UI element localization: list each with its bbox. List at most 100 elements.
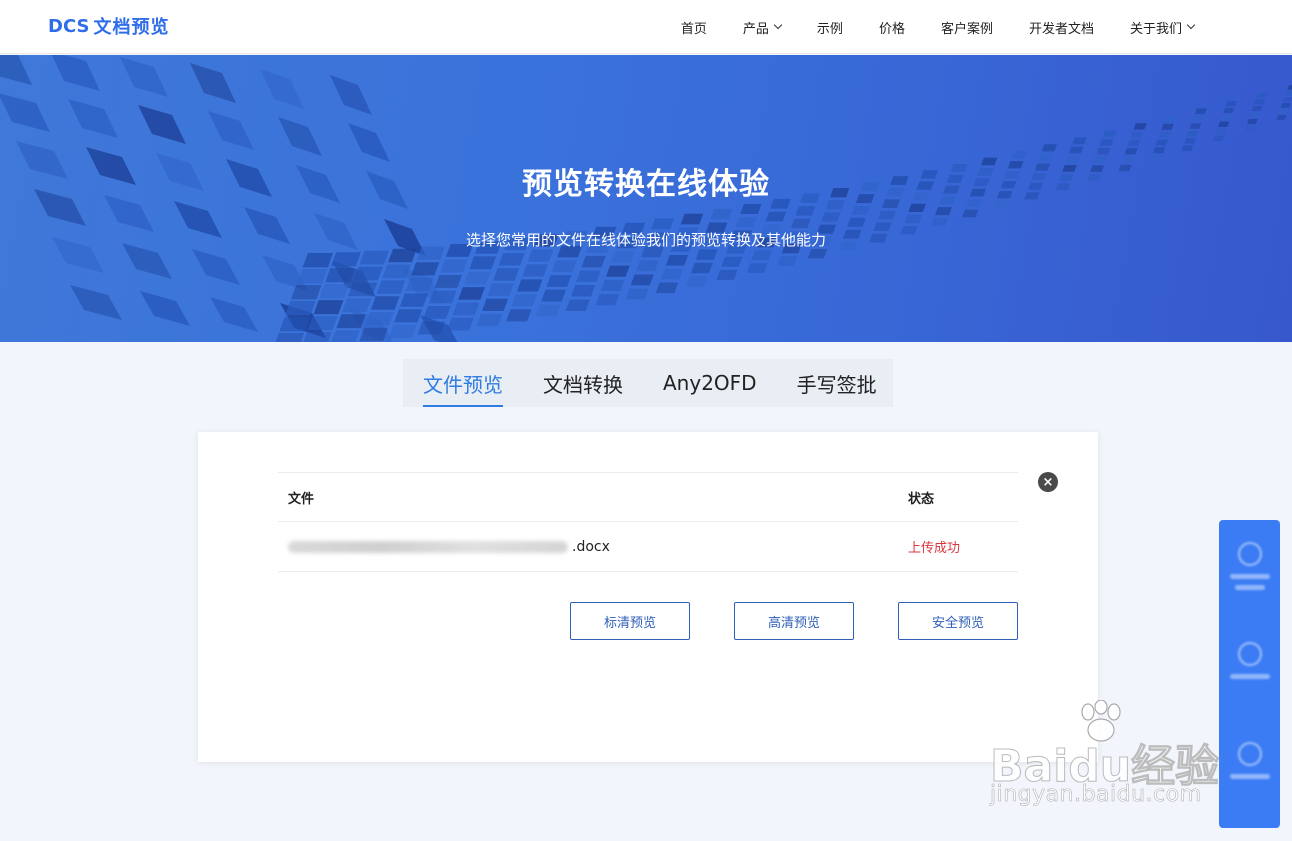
upload-card: × 文件 状态 .docx 上传成功 标清预览 高清预览 安全预览 bbox=[198, 432, 1098, 762]
hero-decor-tile bbox=[342, 298, 372, 313]
nav-products[interactable]: 产品 bbox=[725, 0, 799, 54]
hero-decor-tile bbox=[581, 255, 606, 268]
hero-decor-tile bbox=[359, 327, 389, 342]
hero-decor-tile bbox=[1072, 137, 1087, 145]
hero-decor-shape bbox=[208, 111, 254, 150]
hero-decor-tile bbox=[570, 285, 596, 297]
wechat-icon bbox=[1237, 642, 1262, 666]
hero-decor-tile bbox=[411, 262, 440, 276]
tab-handwrite-sign[interactable]: 手写签批 bbox=[797, 359, 877, 407]
hero-decor-tile bbox=[1217, 121, 1230, 127]
hero-decor-tile bbox=[359, 250, 389, 265]
hero-decor-tile bbox=[735, 217, 757, 228]
hero-decor-tile bbox=[469, 256, 497, 270]
hero-decor-tile bbox=[1223, 107, 1235, 114]
hero-decor-shape bbox=[138, 105, 186, 144]
hero-decor-tile bbox=[388, 324, 417, 339]
hero-decor-tile bbox=[365, 312, 394, 326]
hero-decor-tile bbox=[600, 279, 625, 292]
hero-decor-tile bbox=[1254, 99, 1265, 105]
watermark-url: jingyan.baidu.com bbox=[990, 782, 1202, 808]
hero-decor-tile bbox=[1251, 105, 1263, 112]
secure-preview-button[interactable]: 安全预览 bbox=[898, 602, 1018, 640]
side-item-wechat[interactable] bbox=[1219, 620, 1280, 720]
nav-pricing-label: 价格 bbox=[878, 21, 905, 37]
hero-decor-tile bbox=[746, 263, 768, 273]
hero-decor-tile bbox=[625, 288, 649, 300]
nav-cases[interactable]: 客户案例 bbox=[923, 0, 1011, 54]
tab-any2ofd[interactable]: Any2OFD bbox=[663, 359, 757, 407]
hero-decor-tile bbox=[1194, 108, 1207, 115]
hero-decor-tile bbox=[721, 256, 743, 267]
hero-decor-shape bbox=[0, 55, 32, 85]
hero-decor-tile bbox=[452, 302, 480, 316]
hero-decor-tile bbox=[394, 309, 423, 323]
hero-decor-tile bbox=[285, 301, 316, 316]
hero-decor-tile bbox=[399, 293, 428, 307]
hd-preview-button[interactable]: 高清预览 bbox=[734, 602, 854, 640]
logo[interactable]: DCS 文档预览 bbox=[48, 14, 169, 39]
side-label-redacted bbox=[1229, 574, 1270, 579]
hero-decor-tile bbox=[347, 282, 378, 297]
hero-decor-shape bbox=[260, 69, 304, 109]
hero-decor-tile bbox=[1278, 109, 1289, 114]
hero-decor-tile bbox=[1068, 146, 1084, 154]
hero-decor-tile bbox=[686, 276, 708, 287]
hero-decor-shape bbox=[140, 291, 190, 326]
nav-docs[interactable]: 开发者文档 bbox=[1011, 0, 1112, 54]
hero-decor-tile bbox=[487, 283, 514, 296]
hero-decor-tile bbox=[440, 259, 468, 273]
hero-decor-tile bbox=[710, 209, 733, 220]
hero-title: 预览转换在线体验 bbox=[522, 167, 770, 202]
hero-decor-tile bbox=[847, 217, 866, 227]
chevron-down-icon bbox=[1186, 20, 1196, 30]
hero-decor-tile bbox=[302, 253, 334, 268]
hero-decor-shape bbox=[190, 63, 236, 103]
close-icon[interactable]: × bbox=[1038, 472, 1058, 492]
nav-examples[interactable]: 示例 bbox=[799, 0, 861, 54]
hero-decor-tile bbox=[1155, 139, 1169, 146]
hero-decor-tile bbox=[1215, 128, 1227, 134]
hero-decor-tile bbox=[1099, 139, 1114, 146]
hero-decor-shape bbox=[120, 57, 168, 97]
hero-decor-tile bbox=[1181, 145, 1194, 152]
hero-decor-tile bbox=[751, 250, 773, 261]
logo-mark: DCS bbox=[48, 15, 90, 37]
hero-decor-tile bbox=[1127, 139, 1141, 147]
hero-decor-tile bbox=[851, 206, 871, 215]
side-label-redacted bbox=[1229, 674, 1270, 679]
hero-decor-tile bbox=[493, 268, 520, 281]
chat-icon bbox=[1237, 542, 1262, 566]
hero-decor-tile bbox=[1244, 125, 1256, 131]
hero-decor-tile bbox=[1102, 130, 1117, 137]
hero-decor-tile bbox=[476, 313, 503, 327]
standard-preview-button[interactable]: 标清预览 bbox=[570, 602, 690, 640]
hero-decor-tile bbox=[291, 285, 322, 300]
nav-pricing[interactable]: 价格 bbox=[861, 0, 923, 54]
hero-decor-shape bbox=[330, 75, 372, 115]
hero-decor-tile bbox=[325, 268, 356, 283]
side-item-consult[interactable] bbox=[1219, 520, 1280, 620]
hero-decor-tile bbox=[660, 268, 684, 280]
hero-decor-tile bbox=[695, 249, 718, 260]
tab-file-preview[interactable]: 文件预览 bbox=[423, 359, 503, 407]
hero-decor-tile bbox=[423, 306, 451, 319]
top-header: DCS 文档预览 首页 产品 示例 价格 客户案例 开发者文档 关于我们 bbox=[0, 0, 1292, 54]
hero-decor-tile bbox=[1041, 144, 1057, 152]
hero-decor-shape bbox=[348, 123, 390, 162]
side-item-phone[interactable] bbox=[1219, 720, 1280, 820]
table-header: 文件 状态 bbox=[278, 472, 1018, 522]
hero-decor-tile bbox=[535, 304, 561, 317]
nav-home[interactable]: 首页 bbox=[663, 0, 725, 54]
hero-decor-tile bbox=[931, 217, 949, 226]
hero-decor-tile bbox=[1011, 151, 1028, 159]
nav-about[interactable]: 关于我们 bbox=[1112, 0, 1212, 54]
hero-decor-tile bbox=[1133, 123, 1147, 130]
hero-decor-tile bbox=[1212, 135, 1225, 141]
tab-doc-convert[interactable]: 文档转换 bbox=[543, 359, 623, 407]
hero-decor-tile bbox=[330, 330, 360, 342]
hero-decor-tile bbox=[482, 298, 509, 312]
hero-decor-tile bbox=[516, 279, 543, 292]
preview-buttons: 标清预览 高清预览 安全预览 bbox=[570, 602, 1018, 640]
hero-decor-tile bbox=[716, 269, 738, 280]
